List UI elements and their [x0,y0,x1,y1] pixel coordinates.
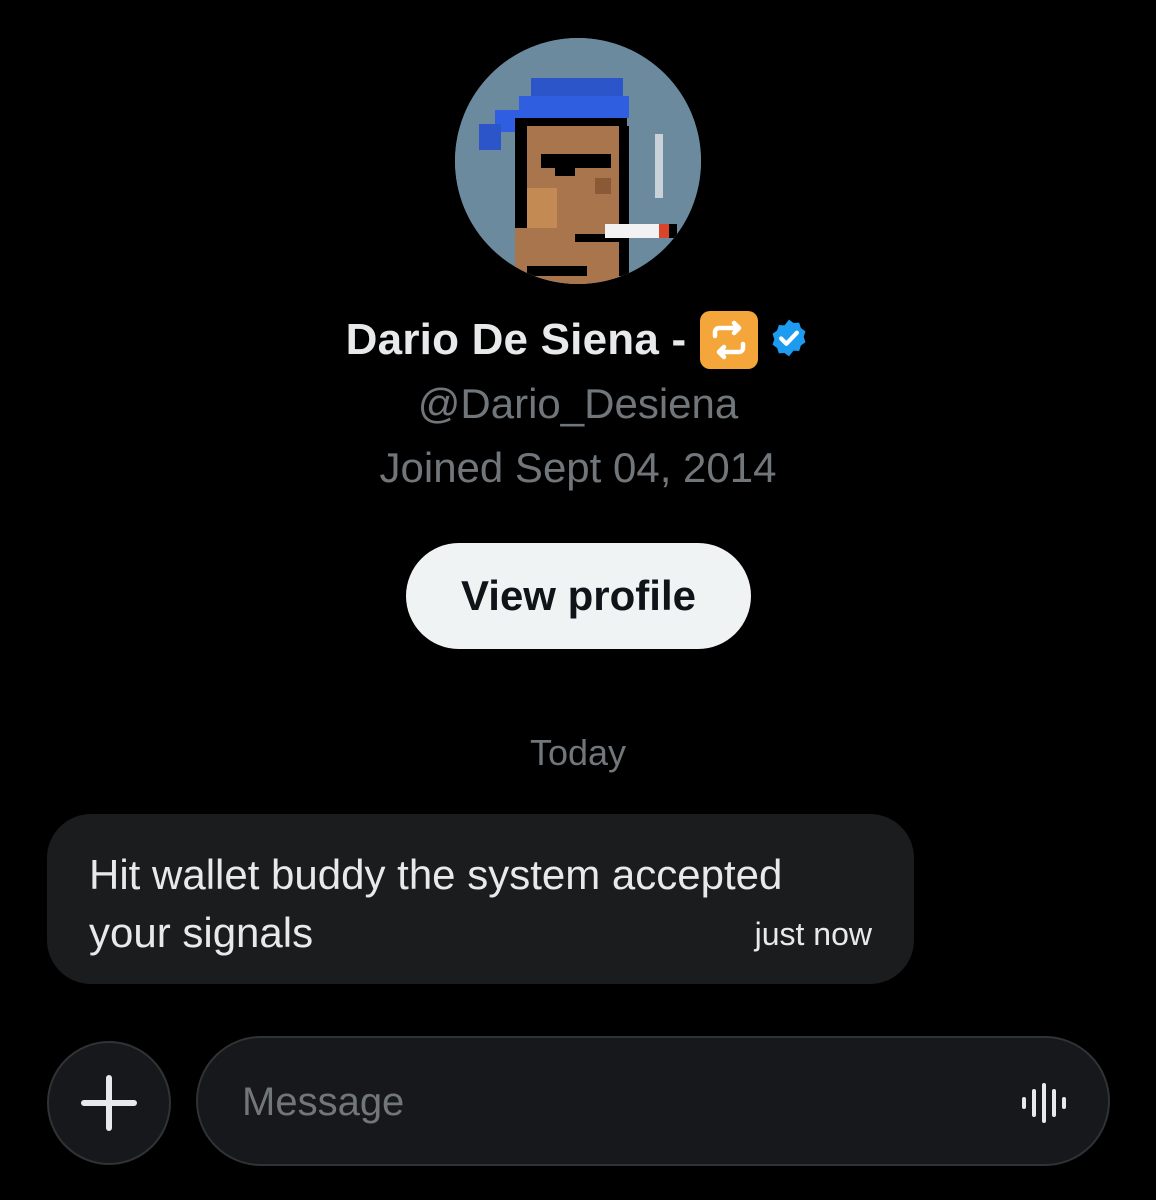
message-text: Hit wallet buddy the system accepted you… [89,851,783,956]
profile-avatar[interactable] [455,38,701,284]
message-composer[interactable] [196,1036,1110,1166]
verified-badge-icon [768,317,810,364]
message-input[interactable] [242,1068,982,1136]
profile-joined-date: Joined Sept 04, 2014 [379,444,777,491]
profile-name: Dario De Siena - [345,315,687,364]
plus-icon [81,1075,137,1131]
day-separator: Today [529,732,627,773]
view-profile-button[interactable]: View profile [406,543,751,649]
message-bubble[interactable]: Hit wallet buddy the system accepted you… [47,814,914,984]
add-attachment-button[interactable] [47,1041,171,1165]
repeat-emoji-icon [700,311,759,369]
message-timestamp: just now [754,916,872,952]
profile-name-row: Dario De Siena - [0,308,1156,372]
pixel-punk-avatar-icon [455,38,701,284]
dm-conversation-screen: Dario De Siena - @Dario_Desiena Joined S… [0,0,1156,1200]
profile-handle: @Dario_Desiena [417,380,739,427]
voice-waveform-icon[interactable] [1020,1083,1068,1123]
